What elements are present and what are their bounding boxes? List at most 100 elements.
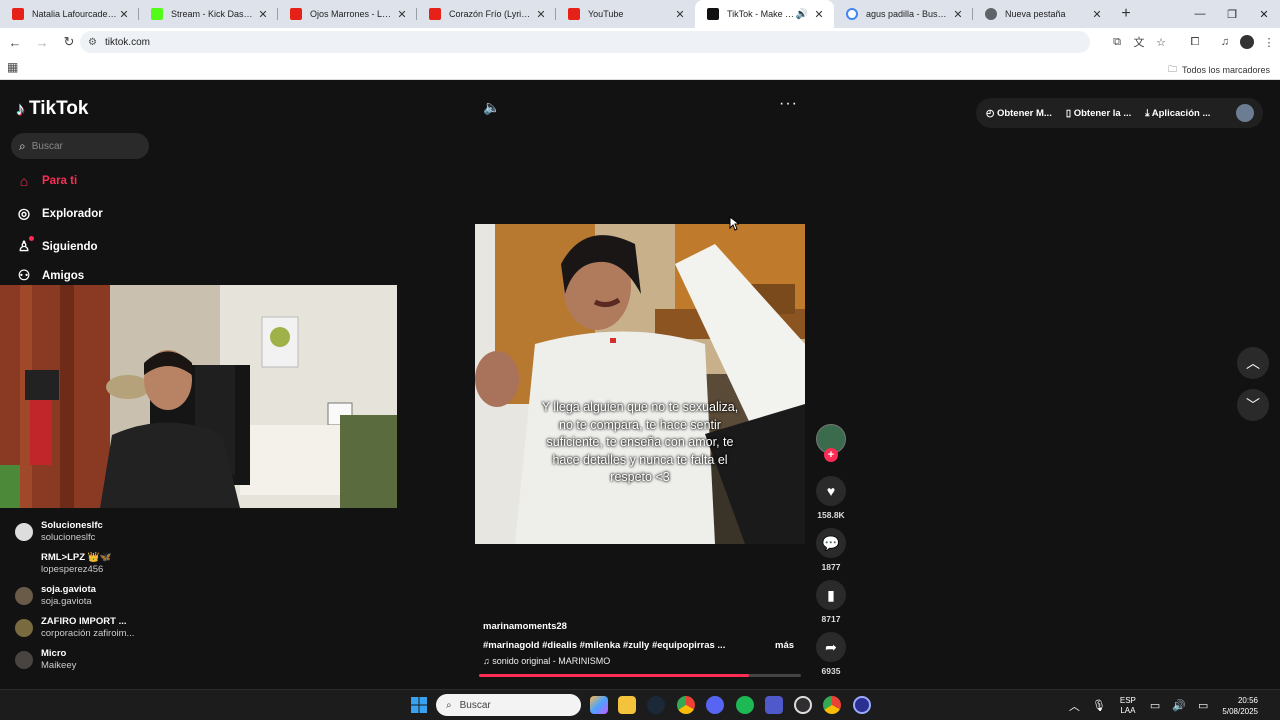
reload-icon[interactable]: ↻ (57, 30, 81, 54)
follow-plus-icon[interactable]: + (824, 448, 838, 462)
browser-tab-active[interactable]: TikTok - Make Your Day 🔊 ✕ (695, 0, 834, 28)
next-video-button[interactable]: ﹀ (1237, 389, 1269, 421)
search-input[interactable]: ⌕ Buscar (11, 133, 149, 159)
browser-tab[interactable]: Corazón Frío (Lyric Video) ✕ (417, 0, 556, 28)
language-indicator[interactable]: ESP LAA (1120, 696, 1136, 716)
tiktok-note-icon: ♪ (16, 98, 25, 119)
browser-tab[interactable]: Nueva pestaña ✕ (973, 0, 1112, 28)
nav-explorador[interactable]: ◎ Explorador (16, 205, 103, 222)
taskbar-clock[interactable]: 20:56 5/08/2025 (1222, 695, 1258, 717)
windows-start-icon[interactable] (411, 697, 427, 713)
user-avatar[interactable] (1236, 104, 1254, 122)
profile-avatar-icon[interactable] (1240, 35, 1254, 49)
close-tab-icon[interactable]: ✕ (256, 8, 270, 21)
browser-tab[interactable]: Ojos Marrones - Lasso (Ly ✕ (278, 0, 417, 28)
menu-kebab-icon[interactable]: ⋮ (1258, 36, 1280, 49)
steam-icon[interactable] (647, 696, 665, 714)
translate-icon[interactable]: 文 (1128, 34, 1150, 50)
account-name: ZAFIRO IMPORT ... (41, 616, 127, 627)
video-player[interactable] (475, 224, 805, 544)
tab-title: Stream - Kick Dashboard (171, 9, 256, 19)
app-icon[interactable] (853, 696, 871, 714)
tiktok-logo[interactable]: ♪ TikTok (16, 98, 88, 120)
youtube-favicon-icon (429, 8, 441, 20)
volume-icon[interactable]: 🔊 (1172, 699, 1186, 712)
search-icon: ⌕ (19, 138, 26, 153)
more-options-icon[interactable]: ··· (779, 95, 798, 113)
minimize-icon[interactable]: — (1184, 0, 1216, 28)
taskbar-search-placeholder: Buscar (459, 699, 491, 711)
close-tab-icon[interactable]: ✕ (117, 8, 131, 21)
tray-overflow-icon[interactable]: ︿ (1069, 698, 1080, 714)
nav-label: Siguiendo (42, 240, 98, 253)
volume-icon[interactable]: 🔈 (483, 99, 500, 116)
all-bookmarks-button[interactable]: 🗀 Todos los marcadores (1168, 62, 1270, 78)
new-tab-button[interactable]: + (1112, 0, 1140, 28)
bookmark-star-icon[interactable]: ☆ (1150, 36, 1172, 49)
close-window-icon[interactable]: ✕ (1248, 0, 1280, 28)
download-app-button[interactable]: ⤓ Aplicación ... (1145, 108, 1210, 119)
previous-video-button[interactable]: ︿ (1237, 347, 1269, 379)
restore-icon[interactable]: ❐ (1216, 0, 1248, 28)
browser-tab[interactable]: Natalia Lafourcade - Hasta ✕ (0, 0, 139, 28)
teams-icon[interactable] (765, 696, 783, 714)
browser-tab[interactable]: YouTube ✕ (556, 0, 695, 28)
close-tab-icon[interactable]: ✕ (812, 8, 826, 21)
copilot-icon[interactable] (590, 696, 608, 714)
back-icon[interactable]: ← (3, 30, 27, 54)
following-account[interactable]: Micro Maikeey (15, 648, 76, 672)
video-hashtags[interactable]: #marinagold #diealis #milenka #zully #eq… (483, 640, 798, 651)
nav-label: Amigos (42, 269, 85, 282)
close-tab-icon[interactable]: ✕ (951, 8, 965, 21)
following-account[interactable]: Solucioneslfc solucioneslfc (15, 520, 103, 544)
media-controls-icon[interactable]: ♫ (1214, 36, 1236, 48)
site-info-icon[interactable]: ⚙ (88, 37, 97, 48)
more-button[interactable]: más (775, 640, 794, 651)
nav-amigos[interactable]: ⚇ Amigos (16, 267, 84, 284)
following-account[interactable]: soja.gaviota soja.gaviota (15, 584, 96, 608)
account-name: Solucioneslfc (41, 520, 103, 531)
chrome-active-icon[interactable] (823, 696, 841, 714)
close-tab-icon[interactable]: ✕ (1090, 8, 1104, 21)
close-tab-icon[interactable]: ✕ (534, 8, 548, 21)
install-app-icon[interactable]: ⧉ (1106, 36, 1128, 49)
save-button[interactable]: ▮ 8717 (814, 580, 848, 624)
share-button[interactable]: ➦ 6935 (814, 632, 848, 676)
video-progress-bar[interactable] (479, 674, 801, 677)
mouse-cursor-icon (729, 216, 739, 231)
apps-grid-icon[interactable]: ▦ (7, 60, 18, 74)
address-bar[interactable]: ⚙ tiktok.com (80, 31, 1090, 53)
taskbar-search[interactable]: ⌕ Buscar (436, 694, 581, 716)
spotify-icon[interactable] (736, 696, 754, 714)
forward-icon[interactable]: → (30, 30, 54, 54)
account-handle: lopesperez456 (41, 564, 104, 575)
microphone-icon[interactable]: 🎙 (1092, 699, 1106, 712)
file-explorer-icon[interactable] (618, 696, 636, 714)
avatar (15, 651, 33, 669)
like-button[interactable]: ♥ 158.8K (814, 476, 848, 520)
extensions-icon[interactable]: ⧠ (1184, 36, 1206, 49)
video-author[interactable]: marinamoments28 (483, 621, 798, 632)
browser-tab[interactable]: Stream - Kick Dashboard ✕ (139, 0, 278, 28)
battery-icon[interactable]: ▭ (1198, 699, 1208, 712)
lang-top: ESP (1119, 695, 1136, 705)
get-app-button[interactable]: ▯ Obtener la ... (1066, 108, 1131, 119)
close-tab-icon[interactable]: ✕ (395, 8, 409, 21)
comment-button[interactable]: 💬 1877 (814, 528, 848, 572)
share-icon: ➦ (816, 632, 846, 662)
get-coins-button[interactable]: ◴ Obtener M... (986, 108, 1052, 119)
nav-siguiendo[interactable]: ♙ Siguiendo (16, 236, 98, 255)
comment-icon: 💬 (816, 528, 846, 558)
browser-tab[interactable]: agus padilla - Buscar con ✕ (834, 0, 973, 28)
chrome-icon[interactable] (677, 696, 695, 714)
network-icon[interactable]: ▭ (1150, 699, 1160, 712)
nav-para-ti[interactable]: ⌂ Para ti (16, 173, 77, 189)
share-count: 6935 (821, 666, 841, 676)
video-sound[interactable]: ♫ sonido original - MARINISMO (483, 656, 798, 666)
audio-playing-icon[interactable]: 🔊 (796, 9, 808, 20)
obs-icon[interactable] (794, 696, 812, 714)
discord-icon[interactable] (706, 696, 724, 714)
following-account[interactable]: ZAFIRO IMPORT ... corporación zafiroim..… (15, 616, 134, 640)
following-account[interactable]: RML>LPZ 👑🦋 lopesperez456 (15, 552, 111, 576)
close-tab-icon[interactable]: ✕ (673, 8, 687, 21)
